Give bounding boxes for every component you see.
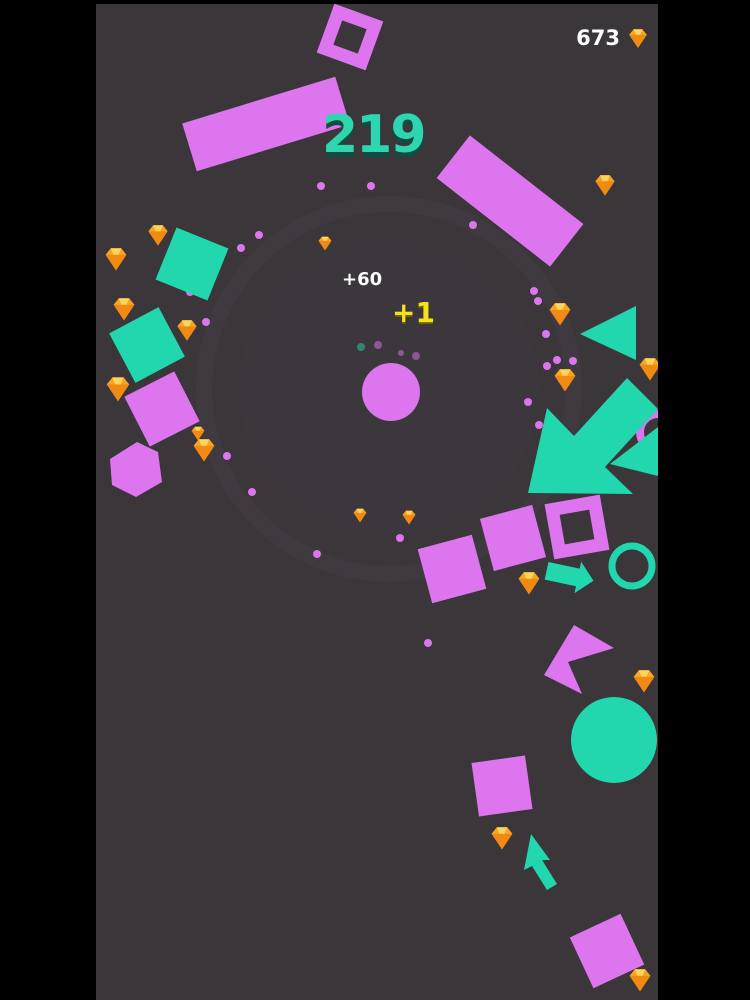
score-counter: 219 (322, 105, 427, 165)
teal-ring (608, 542, 656, 590)
bonus-popup-white: +60 (342, 269, 383, 290)
teal-triangle (580, 306, 636, 360)
pink-chevron (544, 625, 614, 694)
teal-arrow-right (544, 561, 594, 594)
pink-hollow-square-top (316, 4, 384, 71)
bonus-popup-yellow: +1 (392, 296, 435, 329)
diamond-gem-icon (629, 29, 647, 48)
teal-circle (571, 697, 657, 783)
teal-arrow-up (524, 834, 557, 890)
teal-square-left (109, 307, 185, 383)
playfield[interactable]: 673 219 +60 +1 (96, 4, 658, 1000)
pink-hexagon (110, 442, 162, 497)
gem-count: 673 (576, 26, 620, 50)
teal-square-upper (155, 227, 229, 301)
pink-hollow-square-right (544, 494, 610, 560)
pink-square-lower (471, 755, 533, 817)
pink-square-mid-2 (479, 504, 547, 572)
player-ball[interactable] (362, 363, 420, 421)
gem-counter: 673 (576, 26, 650, 50)
game-screen[interactable]: 673 219 +60 +1 (0, 0, 750, 1000)
